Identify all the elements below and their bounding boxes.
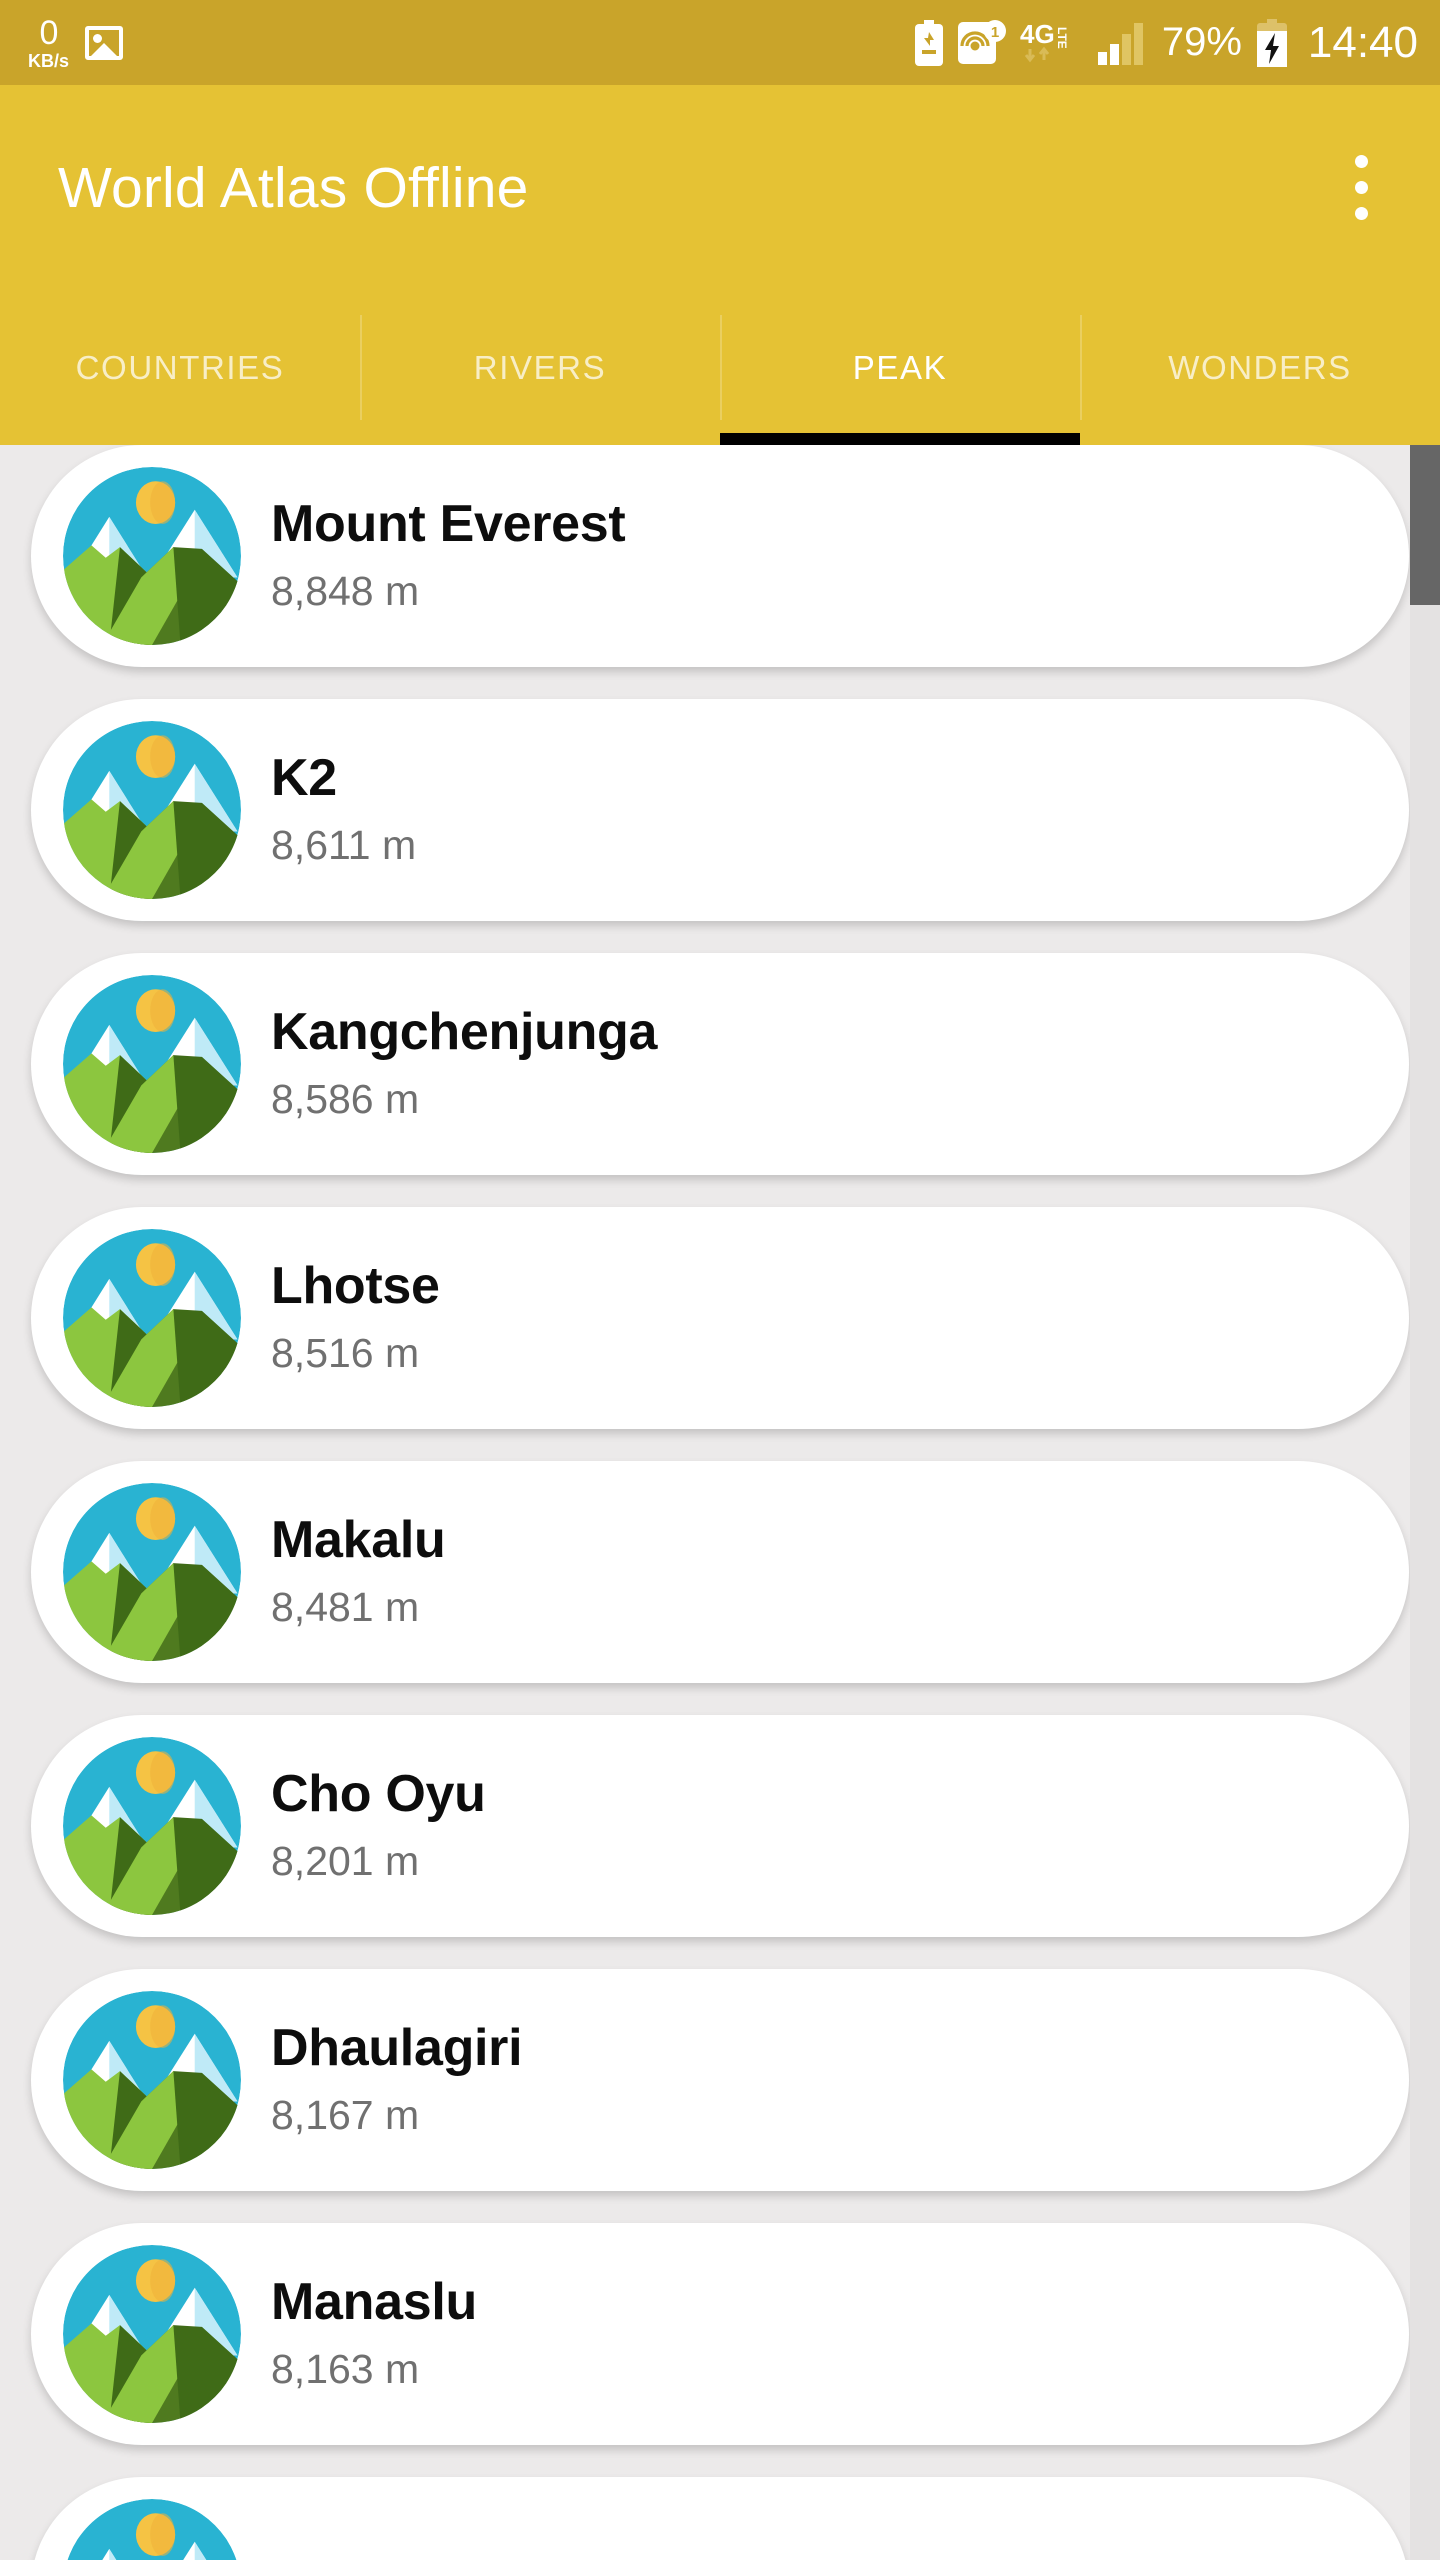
tab-label: WONDERS	[1168, 348, 1352, 386]
scrollbar-track[interactable]	[1410, 445, 1440, 2560]
peak-list[interactable]: Mount Everest 8,848 m K2 8,611 m Kangchenj…	[0, 445, 1440, 2560]
card-spacer	[0, 921, 1440, 953]
peak-elevation: 8,848 m	[271, 567, 420, 614]
peak-card-text: Cho Oyu 8,201 m	[271, 1767, 486, 1885]
clock-label: 14:40	[1307, 17, 1418, 67]
peak-name: Kangchenjunga	[271, 1003, 658, 1062]
scrollbar-thumb[interactable]	[1410, 445, 1440, 605]
app-root: 0 KB/s 1 4G LTE 79% 14:40 World Atlas Of…	[0, 0, 1440, 2560]
card-spacer	[0, 667, 1440, 699]
tab-countries[interactable]: COUNTRIES	[0, 290, 360, 445]
mountain-peak-icon	[63, 1991, 241, 2169]
peak-name: Mount Everest	[271, 495, 626, 554]
status-bar-left: 0 KB/s	[28, 16, 124, 70]
mountain-peak-icon	[63, 1483, 241, 1661]
card-spacer	[0, 2191, 1440, 2223]
mountain-peak-icon	[63, 2245, 241, 2423]
card-spacer	[0, 2445, 1440, 2477]
mountain-peak-icon	[63, 1229, 241, 1407]
app-bar: World Atlas Offline	[0, 85, 1440, 290]
svg-text:1: 1	[991, 24, 999, 41]
svg-text:4G: 4G	[1020, 19, 1055, 49]
mountain-peak-icon	[63, 2245, 241, 2423]
svg-text:LTE: LTE	[1055, 27, 1069, 49]
mountain-peak-icon	[63, 467, 241, 645]
peak-card[interactable]: Makalu 8,481 m	[31, 1461, 1409, 1683]
peak-elevation: 8,516 m	[271, 1329, 420, 1376]
mountain-peak-icon	[63, 721, 241, 899]
peak-name: Lhotse	[271, 1257, 440, 1316]
page-title: World Atlas Offline	[58, 155, 529, 220]
tab-wonders[interactable]: WONDERS	[1080, 290, 1440, 445]
peak-card-text: K2 8,611 m	[271, 751, 416, 869]
tab-label: PEAK	[852, 348, 948, 386]
battery-percent-label: 79%	[1161, 20, 1242, 64]
peak-card[interactable]: Dhaulagiri 8,167 m	[31, 1969, 1409, 2191]
peak-name: Cho Oyu	[271, 1765, 486, 1824]
mountain-peak-icon	[67, 2499, 237, 2560]
overflow-dot	[1354, 155, 1368, 168]
status-bar: 0 KB/s 1 4G LTE 79% 14:40	[0, 0, 1440, 85]
peak-card-text: Kangchenjunga 8,586 m	[271, 1005, 657, 1123]
tab-bar: COUNTRIES RIVERS PEAK WONDERS	[0, 290, 1440, 445]
image-placeholder-icon	[85, 25, 124, 60]
peak-name: Manaslu	[271, 2273, 477, 2332]
tab-peak[interactable]: PEAK	[720, 290, 1080, 445]
mountain-peak-icon	[63, 1229, 241, 1407]
status-bar-right: 1 4G LTE 79% 14:40	[914, 18, 1418, 68]
peak-card[interactable]: Kangchenjunga 8,586 m	[31, 953, 1409, 1175]
signal-bars-icon	[1096, 20, 1148, 66]
mountain-peak-icon	[63, 2499, 241, 2560]
peak-card[interactable]	[31, 2477, 1409, 2560]
network-speed-indicator: 0 KB/s	[28, 16, 69, 70]
peak-card[interactable]: Cho Oyu 8,201 m	[31, 1715, 1409, 1937]
peak-name: Makalu	[271, 1511, 446, 1570]
battery-charging-icon	[1256, 18, 1288, 67]
peak-card-text: Dhaulagiri 8,167 m	[271, 2019, 523, 2139]
mountain-peak-icon	[63, 975, 241, 1153]
tab-rivers[interactable]: RIVERS	[360, 290, 720, 445]
card-spacer	[0, 1683, 1440, 1715]
peak-name: K2	[271, 749, 337, 808]
mountain-peak-icon	[63, 467, 241, 645]
peak-card[interactable]: K2 8,611 m	[31, 699, 1409, 921]
network-speed-unit: KB/s	[28, 50, 70, 71]
mountain-peak-icon	[63, 1737, 241, 1915]
peak-elevation: 8,586 m	[271, 1075, 420, 1122]
peak-name: Dhaulagiri	[271, 2019, 523, 2078]
mountain-peak-icon	[63, 1991, 241, 2169]
peak-elevation: 8,163 m	[271, 2345, 420, 2392]
peak-card-text: Lhotse 8,516 m	[271, 1259, 440, 1377]
peak-card-text: Manaslu 8,163 m	[271, 2275, 477, 2393]
peak-elevation: 8,201 m	[271, 1837, 420, 1884]
mountain-peak-icon	[63, 721, 241, 899]
overflow-dot	[1354, 207, 1368, 220]
peak-card-text: Mount Everest 8,848 m	[271, 495, 626, 615]
battery-saver-icon	[914, 19, 944, 66]
peak-card[interactable]: Mount Everest 8,848 m	[31, 445, 1409, 667]
peak-elevation: 8,481 m	[271, 1583, 420, 1630]
card-spacer	[0, 1175, 1440, 1207]
peak-card-text: Makalu 8,481 m	[271, 1513, 446, 1631]
mountain-peak-icon	[63, 975, 241, 1153]
network-speed-value: 0	[39, 13, 59, 52]
card-spacer	[0, 1937, 1440, 1969]
overflow-menu-icon[interactable]	[1326, 133, 1396, 243]
peak-card[interactable]: Lhotse 8,516 m	[31, 1207, 1409, 1429]
peak-card[interactable]: Manaslu 8,163 m	[31, 2223, 1409, 2445]
tab-label: RIVERS	[473, 348, 607, 386]
mountain-peak-icon	[63, 1483, 241, 1661]
hotspot-badge-icon: 1	[957, 19, 1006, 66]
peak-elevation: 8,167 m	[271, 2091, 420, 2138]
mountain-peak-icon	[63, 1737, 241, 1915]
card-spacer	[0, 1429, 1440, 1461]
tab-label: COUNTRIES	[75, 348, 285, 386]
overflow-dot	[1354, 181, 1368, 194]
peak-elevation: 8,611 m	[271, 821, 417, 868]
network-type-icon: 4G LTE	[1020, 19, 1082, 67]
